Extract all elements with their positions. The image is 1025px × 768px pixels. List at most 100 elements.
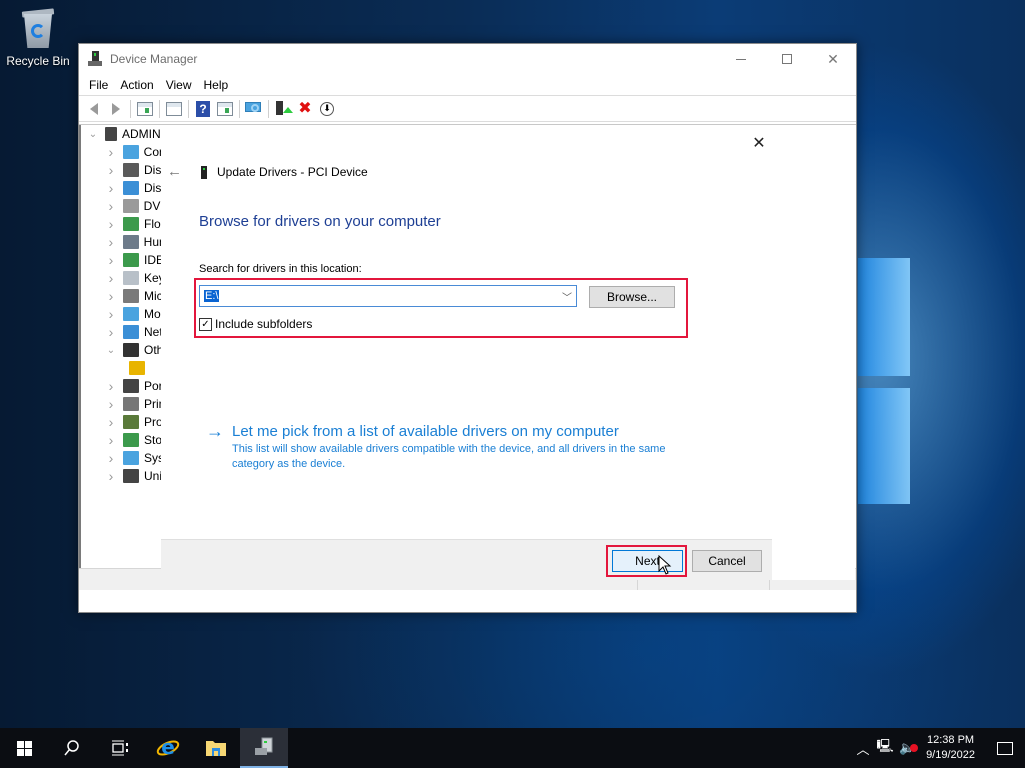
tree-item[interactable]: › Hum <box>81 233 169 251</box>
pick-from-list-label[interactable]: Let me pick from a list of available dri… <box>232 423 619 440</box>
menu-file[interactable]: File <box>83 78 114 92</box>
file-explorer-button[interactable] <box>192 728 240 768</box>
device-category-icon <box>122 145 139 159</box>
tree-item[interactable]: › Mic <box>81 287 169 305</box>
include-subfolders-checkbox[interactable]: ✓ <box>199 317 212 331</box>
location-value: E:\ <box>204 290 220 302</box>
tree-item[interactable]: › Key <box>81 269 169 287</box>
dialog-close-button[interactable]: ✕ <box>749 133 769 153</box>
device-category-icon <box>123 217 139 231</box>
chevron-right-icon[interactable]: › <box>105 468 117 484</box>
tree-item[interactable]: › IDE <box>81 251 169 269</box>
start-button[interactable] <box>0 728 48 768</box>
next-button[interactable]: Next <box>612 550 683 572</box>
chevron-right-icon[interactable]: › <box>105 414 117 430</box>
tree-item[interactable]: › Sys <box>81 449 169 467</box>
tree-item[interactable]: › Uni <box>81 467 169 485</box>
chevron-down-icon[interactable]: ⌄ <box>105 345 117 356</box>
device-category-icon <box>123 433 139 447</box>
properties-button[interactable] <box>163 99 185 119</box>
volume-muted-icon[interactable]: 🔈 <box>896 740 919 756</box>
search-button[interactable] <box>48 728 96 768</box>
tree-item[interactable]: › DVD <box>81 197 169 215</box>
include-subfolders-row[interactable]: ✓ Include subfolders <box>199 317 312 331</box>
disable-device-button[interactable]: ⬇ <box>316 99 338 119</box>
chevron-right-icon[interactable]: › <box>105 378 117 394</box>
minimize-button[interactable] <box>718 44 764 74</box>
internet-explorer-button[interactable]: e <box>144 728 192 768</box>
tree-item[interactable]: › Prin <box>81 395 169 413</box>
dialog-heading: Browse for drivers on your computer <box>199 213 441 230</box>
uninstall-button[interactable]: ✖ <box>294 99 316 119</box>
action-center-button[interactable] <box>985 741 1025 755</box>
scan-hardware-button[interactable] <box>243 99 265 119</box>
show-hide-console-tree-button[interactable] <box>134 99 156 119</box>
tree-item[interactable]: › Com <box>81 143 169 161</box>
clock-time: 12:38 PM <box>926 734 975 746</box>
action-pane-button[interactable] <box>214 99 236 119</box>
chevron-right-icon[interactable]: › <box>105 450 117 466</box>
chevron-right-icon[interactable]: › <box>105 306 117 322</box>
tree-item-label: Por <box>144 379 163 393</box>
chevron-down-icon[interactable]: ﹀ <box>558 289 576 304</box>
tree-root[interactable]: ⌄ ADMIN <box>81 125 169 143</box>
update-driver-button[interactable] <box>272 99 294 119</box>
clock[interactable]: 12:38 PM 9/19/2022 <box>926 733 975 763</box>
chevron-down-icon[interactable]: ⌄ <box>87 129 99 140</box>
clock-date: 9/19/2022 <box>926 749 975 761</box>
recycle-bin-icon <box>20 8 56 50</box>
wallpaper-logo-pane <box>858 258 910 376</box>
tree-item[interactable]: › Disp <box>81 179 169 197</box>
tree-item[interactable]: › Pro <box>81 413 169 431</box>
close-button[interactable]: ✕ <box>810 44 856 74</box>
cancel-button[interactable]: Cancel <box>692 550 762 572</box>
wallpaper-logo-pane <box>858 388 910 504</box>
tree-item[interactable]: › Mo <box>81 305 169 323</box>
chevron-right-icon[interactable]: › <box>105 270 117 286</box>
help-button[interactable]: ? <box>192 99 214 119</box>
network-icon[interactable]: 🖳 <box>874 737 896 759</box>
maximize-button[interactable] <box>764 44 810 74</box>
update-drivers-dialog: ✕ ← Update Drivers - PCI Device Browse f… <box>161 125 855 580</box>
tree-item-label: Net <box>144 325 163 339</box>
dialog-title: Update Drivers - PCI Device <box>217 165 368 179</box>
tree-item[interactable]: › Flop <box>81 215 169 233</box>
tree-item[interactable]: ⌄ Oth <box>81 341 169 359</box>
chevron-right-icon[interactable]: › <box>105 396 117 412</box>
chevron-right-icon[interactable]: › <box>105 216 117 232</box>
start-icon <box>16 740 32 756</box>
desktop-icon-recycle-bin[interactable]: Recycle Bin <box>4 8 72 68</box>
tree-item[interactable]: › Net <box>81 323 169 341</box>
location-combobox[interactable]: E:\ ﹀ <box>199 285 577 307</box>
chevron-right-icon[interactable]: › <box>105 162 117 178</box>
chevron-right-icon[interactable]: › <box>105 198 117 214</box>
task-view-button[interactable] <box>96 728 144 768</box>
device-category-icon <box>123 163 139 177</box>
show-hidden-icons-chevron-icon[interactable]: ︿ <box>852 739 874 758</box>
chevron-right-icon[interactable]: › <box>105 432 117 448</box>
toolbar-separator <box>130 99 131 118</box>
device-manager-taskbar-button[interactable] <box>240 728 288 768</box>
menu-bar: File Action View Help <box>79 74 856 96</box>
pick-from-list-link[interactable]: → Let me pick from a list of available d… <box>206 421 619 442</box>
menu-view[interactable]: View <box>160 78 198 92</box>
chevron-right-icon[interactable]: › <box>105 234 117 250</box>
back-button[interactable] <box>83 99 105 119</box>
device-tree: ⌄ ADMIN › Com › Disk › Disp › DVD › Flop › Hum › IDE ›… <box>79 125 169 590</box>
chevron-right-icon[interactable]: › <box>105 252 117 268</box>
tree-item[interactable]: › Por <box>81 377 169 395</box>
tree-item[interactable]: › Sto <box>81 431 169 449</box>
chevron-right-icon[interactable]: › <box>105 324 117 340</box>
menu-help[interactable]: Help <box>198 78 235 92</box>
browse-button[interactable]: Browse... <box>589 286 675 308</box>
tree-item[interactable] <box>81 359 169 377</box>
chevron-right-icon[interactable]: › <box>105 144 117 160</box>
menu-action[interactable]: Action <box>114 78 159 92</box>
tree-item-label: Uni <box>144 469 163 483</box>
chevron-right-icon[interactable]: › <box>105 288 117 304</box>
chevron-right-icon[interactable]: › <box>105 180 117 196</box>
title-bar[interactable]: Device Manager ✕ <box>79 44 856 74</box>
tree-item[interactable]: › Disk <box>81 161 169 179</box>
dialog-back-button[interactable]: ← <box>167 163 182 180</box>
forward-button[interactable] <box>105 99 127 119</box>
